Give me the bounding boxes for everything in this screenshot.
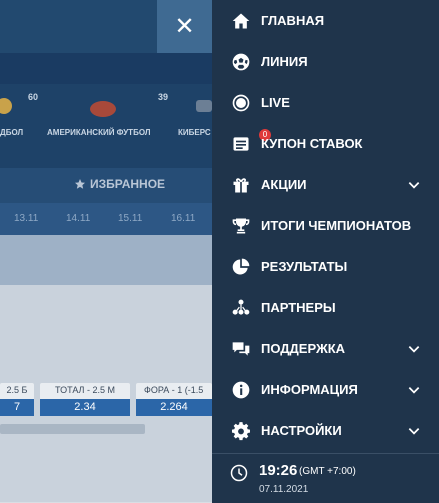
pie-chart-icon: [230, 256, 252, 278]
sport-count: 60: [28, 92, 39, 102]
close-icon: ✕: [174, 13, 195, 40]
chevron-down-icon: [408, 345, 420, 353]
soccer-ball-icon: [230, 51, 252, 73]
home-icon: [230, 10, 252, 32]
odd-label: ТОТАЛ - 2.5 М: [55, 385, 115, 395]
date-tab[interactable]: 14.11: [66, 213, 90, 224]
menu-item-support[interactable]: ПОДДЕРЖКА: [212, 328, 439, 369]
settings-icon: [230, 420, 252, 442]
odd-label: ФОРА - 1 (-1.5: [144, 385, 204, 395]
odd-value[interactable]: 7: [0, 399, 34, 416]
sport-count: 39: [158, 92, 169, 102]
menu-label: КУПОН СТАВОК: [261, 136, 363, 151]
chevron-down-icon: [408, 181, 420, 189]
menu-footer-clock: 19:26 (GMT +7:00) 07.11.2021: [212, 453, 439, 503]
menu-item-settings[interactable]: НАСТРОЙКИ: [212, 410, 439, 451]
menu-label: НАСТРОЙКИ: [261, 423, 342, 438]
current-date: 07.11.2021: [259, 484, 309, 495]
menu-label: ИТОГИ ЧЕМПИОНАТОВ: [261, 218, 412, 233]
support-icon: [230, 338, 252, 360]
close-menu-button[interactable]: ✕: [157, 0, 212, 53]
horizontal-scrollbar[interactable]: [0, 424, 145, 434]
date-tab[interactable]: 13.11: [14, 213, 38, 224]
menu-item-live[interactable]: LIVE: [212, 82, 439, 123]
menu-label: LIVE: [261, 95, 290, 110]
clock-icon: [230, 464, 248, 482]
menu-item-coupon[interactable]: 0 КУПОН СТАВОК: [212, 123, 439, 164]
sub-header: [0, 235, 212, 285]
esports-icon: [196, 100, 212, 112]
american-football-icon: [90, 101, 116, 117]
menu-label: ИНФОРМАЦИЯ: [261, 382, 358, 397]
menu-label: РЕЗУЛЬТАТЫ: [261, 259, 348, 274]
date-tab[interactable]: 15.11: [118, 213, 142, 224]
favorites-tab[interactable]: ИЗБРАННОЕ: [74, 177, 165, 191]
odd-cell[interactable]: ФОРА - 1 (-1.5 2.264: [136, 383, 212, 416]
coupon-icon: 0: [230, 128, 271, 155]
menu-item-promotions[interactable]: АКЦИИ: [212, 164, 439, 205]
menu-label: ПАРТНЕРЫ: [261, 300, 336, 315]
menu-label: ПОДДЕРЖКА: [261, 341, 346, 356]
current-time: 19:26: [259, 462, 298, 479]
menu-item-partners[interactable]: ПАРТНЕРЫ: [212, 287, 439, 328]
sport-tab-american-football[interactable]: АМЕРИКАНСКИЙ ФУТБОЛ: [47, 128, 150, 137]
gift-icon: [230, 174, 252, 196]
odd-cell[interactable]: ТОТАЛ - 2.5 М 2.34: [40, 383, 130, 416]
menu-item-championship-results[interactable]: ИТОГИ ЧЕМПИОНАТОВ: [212, 205, 439, 246]
live-icon: [230, 92, 252, 114]
trophy-icon: [230, 215, 252, 237]
star-icon: [75, 179, 85, 189]
sport-tab-esports[interactable]: КИБЕРС: [178, 128, 211, 137]
favorites-label: ИЗБРАННОЕ: [90, 177, 166, 191]
menu-item-information[interactable]: ИНФОРМАЦИЯ: [212, 369, 439, 410]
menu-label: ЛИНИЯ: [261, 54, 308, 69]
sport-tab-football[interactable]: ДБОЛ: [0, 128, 23, 137]
date-tab[interactable]: 16.11: [171, 213, 195, 224]
chevron-down-icon: [408, 427, 420, 435]
odd-value[interactable]: 2.34: [40, 399, 130, 416]
side-menu: ГЛАВНАЯ ЛИНИЯ LIVE 0 КУПОН СТАВОК АКЦИИ …: [212, 0, 439, 502]
timezone-label: (GMT +7:00): [299, 466, 356, 477]
menu-item-results[interactable]: РЕЗУЛЬТАТЫ: [212, 246, 439, 287]
menu-item-line[interactable]: ЛИНИЯ: [212, 41, 439, 82]
background-app: 60 39 ДБОЛ АМЕРИКАНСКИЙ ФУТБОЛ КИБЕРС ИЗ…: [0, 0, 212, 502]
menu-label: ГЛАВНАЯ: [261, 13, 325, 28]
menu-label: АКЦИИ: [261, 177, 307, 192]
odd-value[interactable]: 2.264: [136, 399, 212, 416]
odd-cell[interactable]: 2.5 Б 7: [0, 383, 34, 416]
info-icon: [230, 379, 252, 401]
odd-label: 2.5 Б: [6, 385, 28, 395]
partners-icon: [230, 297, 252, 319]
chevron-down-icon: [408, 386, 420, 394]
menu-item-home[interactable]: ГЛАВНАЯ: [212, 0, 439, 41]
